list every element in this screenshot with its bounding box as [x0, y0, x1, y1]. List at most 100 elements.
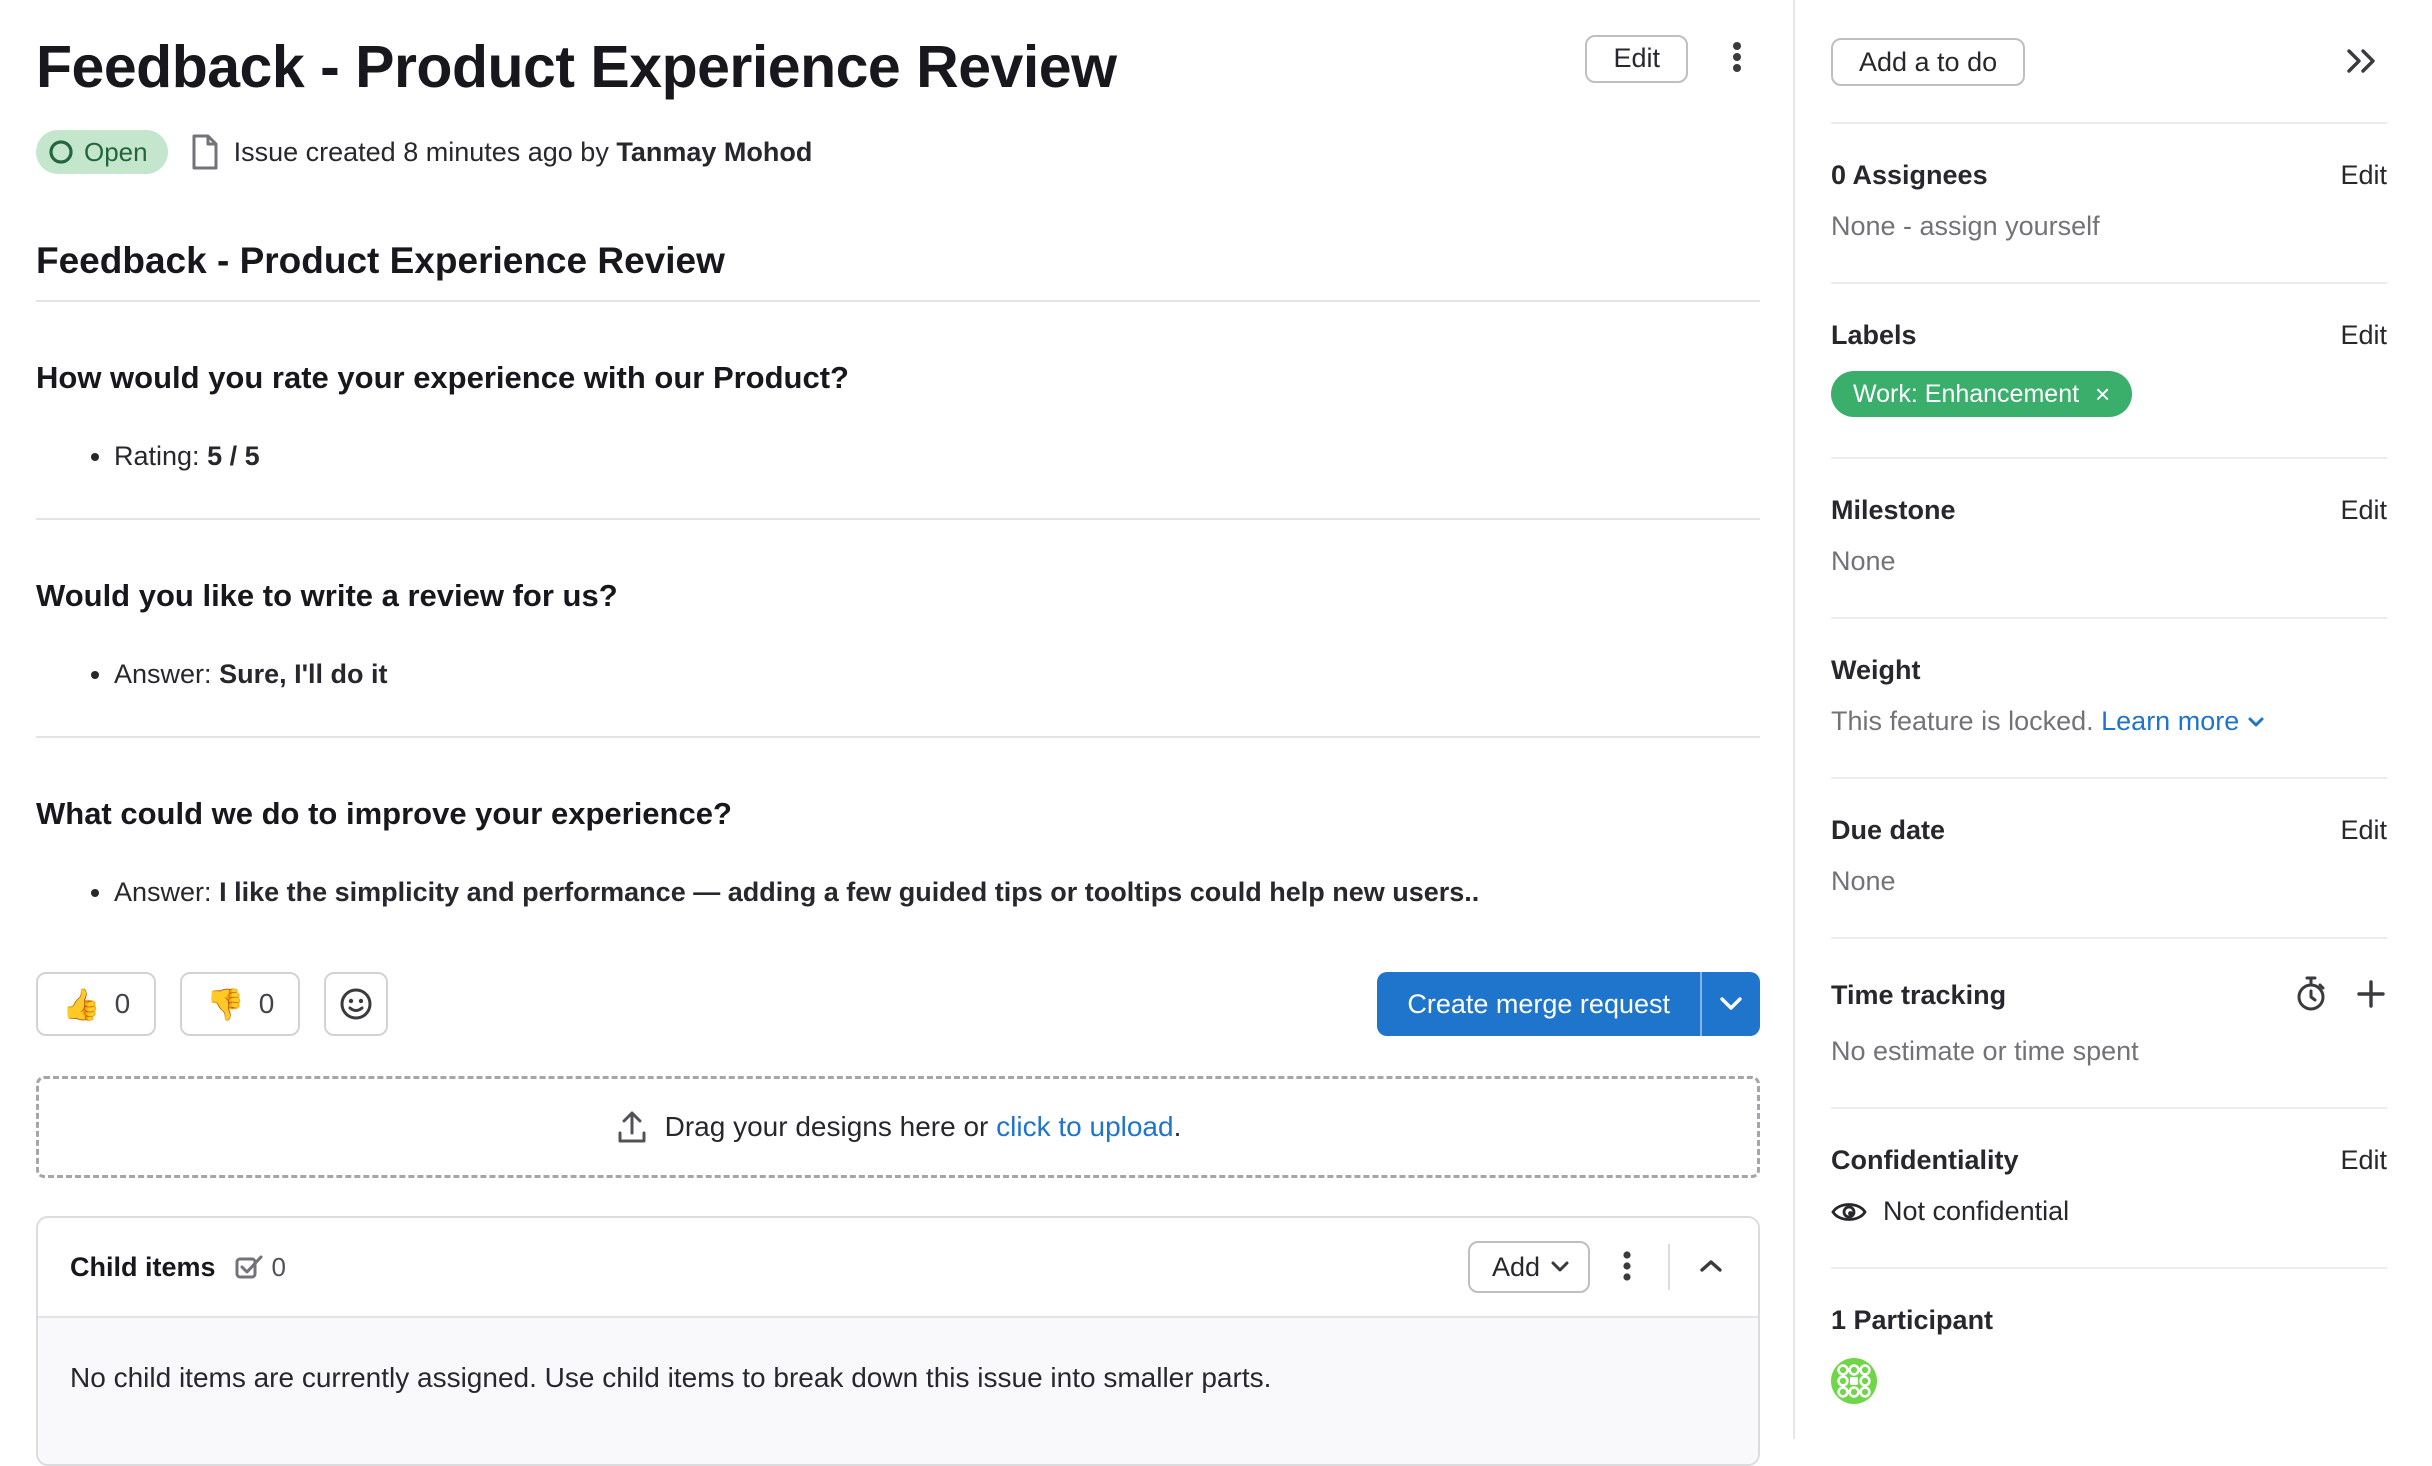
answer-label-3: Answer:	[114, 877, 212, 907]
thumbs-down-button[interactable]: 👎 0	[180, 972, 300, 1036]
issue-options-kebab-button[interactable]	[1714, 32, 1760, 85]
add-todo-button[interactable]: Add a to do	[1831, 38, 2025, 86]
chevron-down-icon	[1550, 1260, 1570, 1274]
divider	[36, 518, 1760, 520]
weight-header: Weight	[1831, 655, 2387, 686]
double-chevron-right-icon	[2343, 47, 2379, 78]
time-tracking-help-button[interactable]	[2293, 975, 2329, 1016]
child-items-kebab-button[interactable]	[1606, 1242, 1648, 1293]
child-items-actions: Add	[1468, 1241, 1732, 1293]
page-title: Feedback - Product Experience Review	[36, 34, 1116, 100]
answer-value-2: Sure, I'll do it	[219, 659, 387, 689]
time-tracking-section: Time tracking	[1831, 939, 2387, 1109]
thumbs-down-count: 0	[259, 988, 275, 1020]
due-date-title: Due date	[1831, 815, 1945, 846]
child-items-count: 0	[272, 1252, 286, 1283]
assignees-header: 0 Assignees Edit	[1831, 160, 2387, 191]
author-name[interactable]: Tanmay Mohod	[616, 137, 812, 167]
issue-sidebar: Add a to do 0 Assignees Edit None - assi…	[1793, 0, 2432, 1439]
award-emoji-bar: 👍 0 👎 0	[36, 972, 388, 1036]
confidentiality-text: Not confidential	[1883, 1196, 2069, 1227]
collapse-sidebar-button[interactable]	[2335, 39, 2387, 86]
status-label: Open	[84, 137, 148, 168]
due-date-section: Due date Edit None	[1831, 779, 2387, 939]
upload-icon	[615, 1109, 649, 1145]
smiley-icon	[338, 986, 374, 1022]
participants-section: 1 Participant	[1831, 1269, 2387, 1444]
confidentiality-title: Confidentiality	[1831, 1145, 2019, 1176]
edit-button[interactable]: Edit	[1585, 35, 1688, 83]
thumbs-up-icon: 👍	[62, 986, 101, 1023]
due-date-value: None	[1831, 866, 2387, 897]
add-reaction-button[interactable]	[324, 972, 388, 1036]
question-2: Would you like to write a review for us?	[36, 576, 1760, 616]
time-tracking-header: Time tracking	[1831, 975, 2387, 1016]
assignees-section: 0 Assignees Edit None - assign yourself	[1831, 124, 2387, 284]
child-items-add-button[interactable]: Add	[1468, 1241, 1590, 1293]
milestone-title: Milestone	[1831, 495, 1956, 526]
time-tracking-value: No estimate or time spent	[1831, 1036, 2387, 1067]
design-upload-dropzone[interactable]: Drag your designs here or click to uploa…	[36, 1076, 1760, 1178]
due-date-edit-link[interactable]: Edit	[2340, 815, 2387, 846]
open-circle-icon	[48, 139, 74, 165]
answer-item-3: Answer: I like the simplicity and perfor…	[114, 874, 1760, 910]
answer-list-2: Answer: Sure, I'll do it	[36, 656, 1760, 692]
due-date-header: Due date Edit	[1831, 815, 2387, 846]
child-items-title: Child items	[70, 1252, 216, 1283]
thumbs-down-icon: 👎	[206, 986, 245, 1023]
child-items-empty-state: No child items are currently assigned. U…	[38, 1318, 1758, 1464]
eye-icon	[1831, 1199, 1867, 1225]
confidentiality-header: Confidentiality Edit	[1831, 1145, 2387, 1176]
answer-item-2: Answer: Sure, I'll do it	[114, 656, 1760, 692]
assignees-value[interactable]: None - assign yourself	[1831, 211, 2387, 242]
weight-section: Weight This feature is locked. Learn mor…	[1831, 619, 2387, 779]
labels-edit-link[interactable]: Edit	[2340, 320, 2387, 351]
chevron-up-icon	[1698, 1258, 1724, 1277]
create-merge-request-dropdown-button[interactable]	[1700, 972, 1760, 1036]
answer-value-1: 5 / 5	[207, 441, 260, 471]
created-prefix: Issue created 8 minutes ago by	[234, 137, 609, 167]
learn-more-link[interactable]: Learn more	[2101, 706, 2265, 737]
child-items-collapse-button[interactable]	[1690, 1250, 1732, 1285]
label-remove-icon[interactable]: ×	[2095, 381, 2110, 407]
status-badge: Open	[36, 130, 168, 174]
answer-item-1: Rating: 5 / 5	[114, 438, 1760, 474]
upload-text-after: .	[1174, 1111, 1182, 1142]
vertical-divider	[1668, 1244, 1670, 1290]
title-actions: Edit	[1585, 32, 1760, 85]
milestone-value: None	[1831, 546, 2387, 577]
issue-main-column: Feedback - Product Experience Review Edi…	[0, 0, 1793, 1466]
click-to-upload-link[interactable]: click to upload	[996, 1111, 1173, 1142]
confidentiality-edit-link[interactable]: Edit	[2340, 1145, 2387, 1176]
add-time-entry-button[interactable]	[2355, 978, 2387, 1013]
participants-header: 1 Participant	[1831, 1305, 2387, 1336]
answer-list-1: Rating: 5 / 5	[36, 438, 1760, 474]
milestone-edit-link[interactable]: Edit	[2340, 495, 2387, 526]
answer-value-3: I like the simplicity and performance — …	[219, 877, 1479, 907]
issue-type-icon	[190, 134, 220, 170]
labels-title: Labels	[1831, 320, 1917, 351]
chevron-down-icon	[2247, 716, 2265, 728]
assignees-title: 0 Assignees	[1831, 160, 1988, 191]
labels-header: Labels Edit	[1831, 320, 2387, 351]
upload-text-before: Drag your designs here or	[665, 1111, 989, 1142]
thumbs-up-button[interactable]: 👍 0	[36, 972, 156, 1036]
child-items-header: Child items 0 Add	[38, 1218, 1758, 1318]
time-tracking-icons	[2293, 975, 2387, 1016]
issue-meta-row: Open Issue created 8 minutes ago by Tanm…	[36, 130, 1760, 174]
plus-icon	[2355, 978, 2387, 1013]
question-3: What could we do to improve your experie…	[36, 794, 1760, 834]
upload-text: Drag your designs here or click to uploa…	[665, 1111, 1182, 1143]
title-row: Feedback - Product Experience Review Edi…	[36, 26, 1760, 100]
time-tracking-title: Time tracking	[1831, 980, 2006, 1011]
create-merge-request-button[interactable]: Create merge request	[1377, 972, 1700, 1036]
weight-title: Weight	[1831, 655, 1921, 686]
kebab-icon	[1614, 1250, 1640, 1285]
label-badge-text: Work: Enhancement	[1853, 380, 2079, 409]
assignees-edit-link[interactable]: Edit	[2340, 160, 2387, 191]
weight-locked-text: This feature is locked.	[1831, 706, 2094, 736]
participant-avatar[interactable]	[1831, 1358, 1877, 1404]
labels-section: Labels Edit Work: Enhancement ×	[1831, 284, 2387, 459]
label-badge[interactable]: Work: Enhancement ×	[1831, 371, 2132, 417]
answer-label-2: Answer:	[114, 659, 212, 689]
